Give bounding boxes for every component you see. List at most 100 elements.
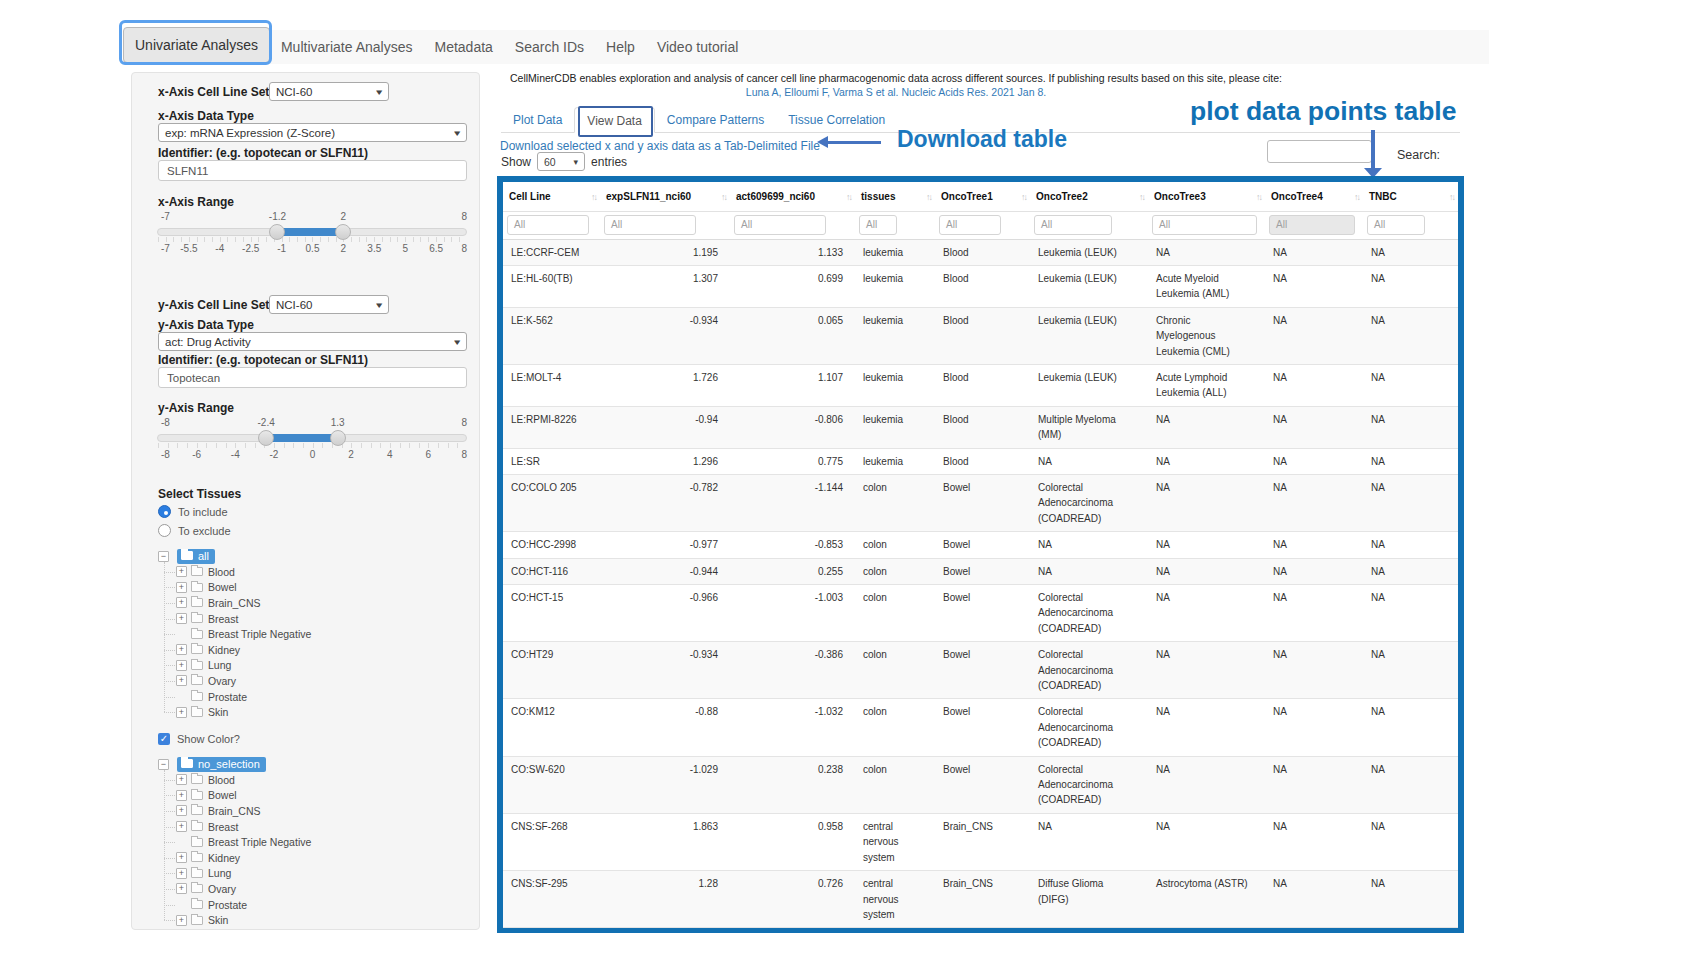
nav-tab-search-ids[interactable]: Search IDs xyxy=(504,39,595,55)
sort-icon[interactable]: ↑↓ xyxy=(846,192,851,202)
tree-item-breast-triple-negative[interactable]: +Breast Triple Negative xyxy=(164,626,311,642)
expand-icon[interactable]: + xyxy=(176,660,187,671)
citation-link[interactable]: Luna A, Elloumi F, Varma S et al. Nuclei… xyxy=(501,86,1291,98)
tree-item-kidney[interactable]: +Kidney xyxy=(164,850,311,866)
table-row[interactable]: LE:HL-60(TB)1.3070.699leukemiaBloodLeuke… xyxy=(503,265,1458,307)
show-color-checkbox-row[interactable]: ✓Show Color? xyxy=(158,733,240,745)
sort-icon[interactable]: ↑↓ xyxy=(1256,192,1261,202)
column-header-oncotree1[interactable]: OncoTree1↑↓ xyxy=(935,182,1030,211)
y-axis-range-slider-handle-to[interactable] xyxy=(330,430,346,446)
table-row[interactable]: CO:HCC-2998-0.977-0.853colonBowelNANANAN… xyxy=(503,532,1458,558)
tree-item-skin[interactable]: +Skin xyxy=(164,704,311,720)
tree-item-ovary[interactable]: +Ovary xyxy=(164,673,311,689)
column-header-cell-line[interactable]: Cell Line↑↓ xyxy=(503,182,600,211)
expand-icon[interactable]: + xyxy=(176,915,187,926)
tree-item-blood[interactable]: +Blood xyxy=(164,564,311,580)
tree-item-breast[interactable]: +Breast xyxy=(164,611,311,627)
filter-input-expslfn11-nci60[interactable]: All xyxy=(604,215,696,235)
table-row[interactable]: CO:KM12-0.88-1.032colonBowelColorectal A… xyxy=(503,699,1458,756)
expand-icon[interactable]: + xyxy=(176,821,187,832)
filter-input-oncotree1[interactable]: All xyxy=(939,215,1001,235)
filter-input-cell-line[interactable]: All xyxy=(507,215,589,235)
x-axis-identifier-input[interactable]: SLFN11 xyxy=(158,160,467,181)
table-row[interactable]: LE:RPMI-8226-0.94-0.806leukemiaBloodMult… xyxy=(503,406,1458,448)
color-tree-root-node[interactable]: no_selection xyxy=(177,757,266,772)
expand-icon[interactable]: + xyxy=(176,597,187,608)
radio-to-exclude[interactable]: To exclude xyxy=(158,524,231,537)
column-header-tnbc[interactable]: TNBC↑↓ xyxy=(1363,182,1458,211)
column-header-oncotree4[interactable]: OncoTree4↑↓ xyxy=(1265,182,1363,211)
tree-item-kidney[interactable]: +Kidney xyxy=(164,642,311,658)
y-axis-cell-line-set-select[interactable]: NCI-60▾ xyxy=(269,295,389,314)
x-axis-range-slider-handle-to[interactable] xyxy=(335,224,351,240)
table-row[interactable]: LE:CCRF-CEM1.1951.133leukemiaBloodLeukem… xyxy=(503,239,1458,265)
tree-item-bowel[interactable]: +Bowel xyxy=(164,788,311,804)
expand-icon[interactable]: + xyxy=(176,613,187,624)
checkbox-icon[interactable]: ✓ xyxy=(158,733,170,745)
tree-item-bowel[interactable]: +Bowel xyxy=(164,580,311,596)
x-axis-data-type-select[interactable]: exp: mRNA Expression (Z-Score)▾ xyxy=(158,123,467,142)
color-tree-root[interactable]: −no_selection xyxy=(158,756,311,772)
tree-item-prostate[interactable]: +Prostate xyxy=(164,897,311,913)
tab-plot-data[interactable]: Plot Data xyxy=(501,107,574,133)
table-row[interactable]: CO:COLO 205-0.782-1.144colonBowelColorec… xyxy=(503,474,1458,531)
nav-tab-help[interactable]: Help xyxy=(595,39,646,55)
expand-icon[interactable]: + xyxy=(176,868,187,879)
column-header-act609699-nci60[interactable]: act609699_nci60↑↓ xyxy=(730,182,855,211)
tree-item-lung[interactable]: +Lung xyxy=(164,658,311,674)
tree-item-blood[interactable]: +Blood xyxy=(164,772,311,788)
radio-to-include[interactable]: To include xyxy=(158,505,228,518)
tab-tissue-correlation[interactable]: Tissue Correlation xyxy=(776,107,897,133)
expand-icon[interactable]: + xyxy=(176,566,187,577)
download-link[interactable]: Download selected x and y axis data as a… xyxy=(500,139,820,153)
tree-item-ovary[interactable]: +Ovary xyxy=(164,881,311,897)
expand-icon[interactable]: + xyxy=(176,644,187,655)
filter-input-tissues[interactable]: All xyxy=(859,215,897,235)
tree-item-breast-triple-negative[interactable]: +Breast Triple Negative xyxy=(164,834,311,850)
x-axis-range-slider-handle-from[interactable] xyxy=(269,224,285,240)
sort-icon[interactable]: ↑↓ xyxy=(926,192,931,202)
filter-input-act609699-nci60[interactable]: All xyxy=(734,215,826,235)
tissue-tree-root-node[interactable]: all xyxy=(177,549,215,564)
tree-item-lung[interactable]: +Lung xyxy=(164,866,311,882)
expand-icon[interactable]: + xyxy=(176,582,187,593)
sort-icon[interactable]: ↑↓ xyxy=(1139,192,1144,202)
expand-icon[interactable]: + xyxy=(176,790,187,801)
expand-icon[interactable]: + xyxy=(176,883,187,894)
y-axis-range-slider-handle-from[interactable] xyxy=(258,430,274,446)
collapse-icon[interactable]: − xyxy=(158,759,169,770)
sort-icon[interactable]: ↑↓ xyxy=(1354,192,1359,202)
expand-icon[interactable]: + xyxy=(176,805,187,816)
tissue-tree-root[interactable]: −all xyxy=(158,548,311,564)
sort-icon[interactable]: ↑↓ xyxy=(1021,192,1026,202)
table-row[interactable]: CNS:SF-2681.8630.958central nervous syst… xyxy=(503,813,1458,870)
table-row[interactable]: CO:HCT-15-0.966-1.003colonBowelColorecta… xyxy=(503,585,1458,642)
column-header-oncotree3[interactable]: OncoTree3↑↓ xyxy=(1148,182,1265,211)
column-header-tissues[interactable]: tissues↑↓ xyxy=(855,182,935,211)
table-row[interactable]: CO:HT29-0.934-0.386colonBowelColorectal … xyxy=(503,642,1458,699)
expand-icon[interactable]: + xyxy=(176,675,187,686)
nav-tab-video-tutorial[interactable]: Video tutorial xyxy=(646,39,749,55)
sort-icon[interactable]: ↑↓ xyxy=(721,192,726,202)
filter-input-oncotree4[interactable]: All xyxy=(1269,215,1355,235)
table-row[interactable]: CO:SW-620-1.0290.238colonBowelColorectal… xyxy=(503,756,1458,813)
tab-compare-patterns[interactable]: Compare Patterns xyxy=(655,107,776,133)
table-row[interactable]: CO:HCT-116-0.9440.255colonBowelNANANANA xyxy=(503,558,1458,584)
table-row[interactable]: LE:MOLT-41.7261.107leukemiaBloodLeukemia… xyxy=(503,364,1458,406)
filter-input-oncotree3[interactable]: All xyxy=(1152,215,1257,235)
table-row[interactable]: CNS:SF-2951.280.726central nervous syste… xyxy=(503,871,1458,928)
y-axis-data-type-select[interactable]: act: Drug Activity▾ xyxy=(158,332,467,351)
column-header-expslfn11-nci60[interactable]: expSLFN11_nci60↑↓ xyxy=(600,182,730,211)
tree-item-brain-cns[interactable]: +Brain_CNS xyxy=(164,803,311,819)
table-row[interactable]: LE:K-562-0.9340.065leukemiaBloodLeukemia… xyxy=(503,307,1458,364)
table-row[interactable]: LE:SR1.2960.775leukemiaBloodNANANANA xyxy=(503,448,1458,474)
filter-input-tnbc[interactable]: All xyxy=(1367,215,1425,235)
expand-icon[interactable]: + xyxy=(176,774,187,785)
tree-item-skin[interactable]: +Skin xyxy=(164,912,311,928)
collapse-icon[interactable]: − xyxy=(158,551,169,562)
sort-icon[interactable]: ↑↓ xyxy=(591,192,596,202)
y-axis-identifier-input[interactable]: Topotecan xyxy=(158,367,467,388)
expand-icon[interactable]: + xyxy=(176,852,187,863)
tree-item-brain-cns[interactable]: +Brain_CNS xyxy=(164,595,311,611)
filter-input-oncotree2[interactable]: All xyxy=(1034,215,1112,235)
